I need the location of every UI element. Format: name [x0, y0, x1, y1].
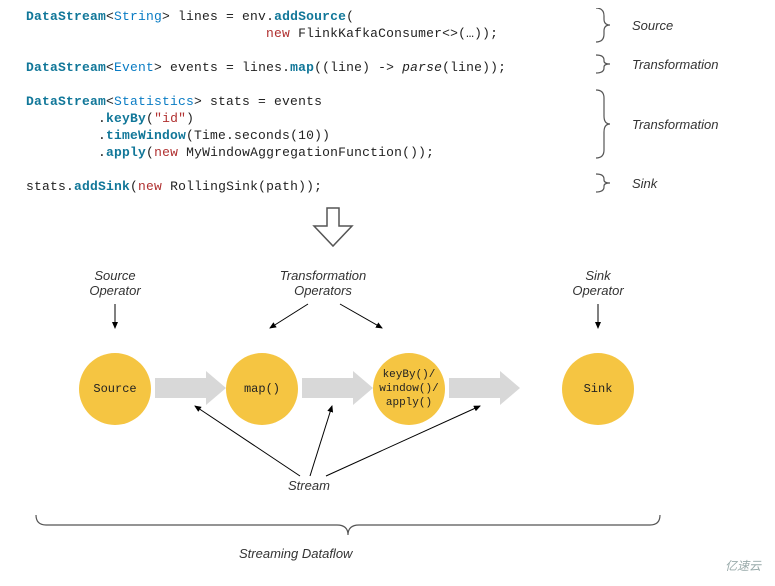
code-line-1: DataStream<String> lines = env.addSource…	[26, 8, 586, 25]
label-source-operator: Source Operator	[60, 268, 170, 298]
annotation-source: Source	[632, 18, 673, 33]
code-blank-2	[26, 76, 586, 93]
label-transformation-operators: Transformation Operators	[268, 268, 378, 298]
braces-svg	[590, 8, 630, 258]
annotation-transformation-2: Transformation	[632, 117, 718, 132]
code-blank-3	[26, 161, 586, 178]
dataflow-diagram: Source Operator Transformation Operators…	[10, 258, 765, 578]
annotation-transformation-1: Transformation	[632, 57, 718, 72]
watermark: 亿速云	[725, 557, 761, 574]
label-sink-operator: Sink Operator	[543, 268, 653, 298]
flow-arrow-down-icon	[310, 206, 356, 248]
code-line-7: .apply(new MyWindowAggregationFunction()…	[26, 144, 586, 161]
label-streaming-dataflow: Streaming Dataflow	[239, 546, 352, 561]
brace-transformation-2	[596, 90, 610, 158]
brace-source	[596, 8, 610, 42]
code-with-annotations: DataStream<String> lines = env.addSource…	[10, 8, 765, 258]
code-block: DataStream<String> lines = env.addSource…	[26, 8, 586, 195]
code-line-2: new FlinkKafkaConsumer<>(…));	[26, 25, 586, 42]
stream-fan-arrows	[10, 398, 710, 518]
code-line-8: stats.addSink(new RollingSink(path));	[26, 178, 586, 195]
annotation-sink: Sink	[632, 176, 657, 191]
brace-transformation-1	[596, 55, 610, 73]
brace-sink	[596, 174, 610, 192]
brace-dataflow	[32, 513, 732, 543]
code-blank-1	[26, 42, 586, 59]
code-line-4: DataStream<Statistics> stats = events	[26, 93, 586, 110]
code-line-5: .keyBy("id")	[26, 110, 586, 127]
code-line-3: DataStream<Event> events = lines.map((li…	[26, 59, 586, 76]
code-line-6: .timeWindow(Time.seconds(10))	[26, 127, 586, 144]
